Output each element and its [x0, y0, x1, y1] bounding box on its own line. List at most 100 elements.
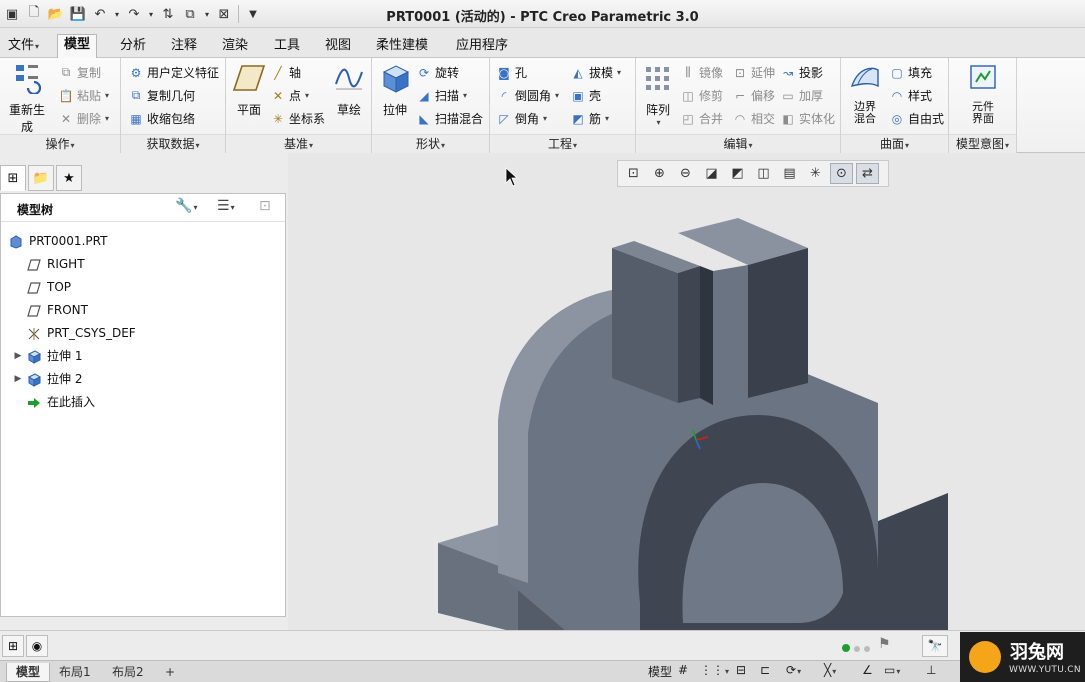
- view-manager-icon[interactable]: ▤: [778, 163, 801, 184]
- repaint-icon[interactable]: ◪: [700, 163, 723, 184]
- solidify-button[interactable]: ◧ 实体化: [780, 110, 835, 127]
- pattern-dropdown-icon[interactable]: ▾: [641, 118, 676, 127]
- offset-button[interactable]: ⌐ 偏移: [732, 87, 775, 104]
- measure-icon[interactable]: ⊏: [760, 663, 770, 677]
- swept-blend-button[interactable]: ◣ 扫描混合: [416, 110, 483, 127]
- regenerate-button[interactable]: 重新生成 ▾: [4, 62, 50, 144]
- tab-annotate[interactable]: 注释: [165, 36, 203, 58]
- tab-model[interactable]: 模型: [57, 34, 98, 59]
- hole-button[interactable]: ◙ 孔: [496, 64, 527, 81]
- flag-icon[interactable]: ⚑: [878, 636, 891, 652]
- tab-layout-2[interactable]: 布局2: [103, 663, 153, 682]
- spin-icon[interactable]: ⟳▾: [786, 663, 801, 677]
- tree-item[interactable]: PRT0001.PRT: [1, 230, 285, 253]
- shell-button[interactable]: ▣ 壳: [570, 87, 601, 104]
- shrinkwrap-button[interactable]: ▦ 收缩包络: [128, 110, 195, 127]
- udf-button[interactable]: ⚙ 用户定义特征: [128, 64, 219, 81]
- tree-filter-icon[interactable]: ⊡: [259, 198, 271, 214]
- folder-browser-tab-icon[interactable]: 📁: [28, 165, 54, 191]
- snap-icon[interactable]: ⋮⋮▾: [700, 663, 729, 677]
- style-button[interactable]: ◠ 样式: [889, 87, 932, 104]
- extend-button[interactable]: ⊡ 延伸: [732, 64, 775, 81]
- tab-view[interactable]: 视图: [319, 36, 357, 58]
- group-label-datum[interactable]: 基准▾: [226, 134, 371, 153]
- angle-icon[interactable]: ∠: [862, 663, 873, 677]
- tab-model-layout[interactable]: 模型: [6, 663, 51, 682]
- annotation-display-icon[interactable]: ⇄: [856, 163, 879, 184]
- extrude-button[interactable]: 拉伸: [376, 62, 414, 118]
- tree-columns-icon[interactable]: ☰▾: [217, 198, 235, 214]
- tab-layout-1[interactable]: 布局1: [50, 663, 100, 682]
- intersect-button[interactable]: ◠ 相交: [732, 110, 775, 127]
- zoom-out-icon[interactable]: ⊖: [674, 163, 697, 184]
- tree-item[interactable]: RIGHT: [1, 253, 285, 276]
- find-icon[interactable]: 🔭: [922, 635, 948, 657]
- copy-button[interactable]: ⧉ 复制: [58, 64, 101, 81]
- group-label-shapes[interactable]: 形状▾: [372, 134, 489, 153]
- sketch-button[interactable]: 草绘: [330, 62, 368, 118]
- graphics-window[interactable]: [288, 153, 1085, 630]
- boundary-blend-button[interactable]: 边界混合: [845, 62, 885, 125]
- group-label-get-data[interactable]: 获取数据▾: [121, 134, 225, 153]
- pattern-button[interactable]: 阵列 ▾: [640, 62, 676, 127]
- grid-icon[interactable]: #: [678, 663, 688, 677]
- group-label-surfaces[interactable]: 曲面▾: [841, 134, 948, 153]
- copy-geometry-button[interactable]: ⧉ 复制几何: [128, 87, 195, 104]
- tab-flexible-modeling[interactable]: 柔性建模: [370, 36, 434, 58]
- browser-toggle-icon[interactable]: ◉: [26, 635, 48, 657]
- model-tree-tab-icon[interactable]: ⊞: [0, 165, 26, 191]
- tab-tools[interactable]: 工具: [268, 36, 306, 58]
- chamfer-button[interactable]: ◸ 倒角 ▾: [496, 110, 547, 127]
- freestyle-button[interactable]: ◎ 自由式: [889, 110, 944, 127]
- delete-button[interactable]: ✕ 删除 ▾: [58, 110, 109, 127]
- favorites-tab-icon[interactable]: ★: [56, 165, 82, 191]
- group-label-operations[interactable]: 操作▾: [0, 134, 120, 153]
- sketch-constraint-icon[interactable]: ⊟: [736, 663, 746, 677]
- tab-applications[interactable]: 应用程序: [450, 36, 514, 58]
- spin-center-icon[interactable]: ⊙: [830, 163, 853, 184]
- part-model-3d[interactable]: [288, 153, 1085, 630]
- tree-item[interactable]: PRT_CSYS_DEF: [1, 322, 285, 345]
- group-label-model-intent[interactable]: 模型意图▾: [949, 134, 1016, 153]
- csys-button[interactable]: ✳ 坐标系: [270, 110, 325, 127]
- tree-item[interactable]: 在此插入: [1, 391, 285, 414]
- expand-arrow-icon[interactable]: ▶: [11, 345, 25, 368]
- datum-display-icon[interactable]: ✳: [804, 163, 827, 184]
- saved-orientations-icon[interactable]: ◫: [752, 163, 775, 184]
- trim-button[interactable]: ◫ 修剪: [680, 87, 723, 104]
- mirror-button[interactable]: ⫼ 镜像: [680, 64, 723, 81]
- group-label-engineering[interactable]: 工程▾: [490, 134, 635, 153]
- tab-analysis[interactable]: 分析: [114, 36, 152, 58]
- tree-settings-icon[interactable]: 🔧▾: [175, 198, 197, 214]
- tree-item[interactable]: ▶ 拉伸 2: [1, 368, 285, 391]
- draft-button[interactable]: ◭ 拔模 ▾: [570, 64, 621, 81]
- add-tab-button[interactable]: +: [156, 663, 184, 682]
- tab-render[interactable]: 渲染: [216, 36, 254, 58]
- tab-file[interactable]: 文件▾: [2, 36, 45, 58]
- axis-display-icon[interactable]: ╳▾: [824, 663, 836, 677]
- thicken-button[interactable]: ▭ 加厚: [780, 87, 823, 104]
- csys-display-icon[interactable]: ⊥: [926, 663, 936, 677]
- navigator-toggle-icon[interactable]: ⊞: [2, 635, 24, 657]
- plane-button[interactable]: 平面: [230, 62, 268, 118]
- tree-item[interactable]: FRONT: [1, 299, 285, 322]
- refit-icon[interactable]: ⊡: [622, 163, 645, 184]
- round-button[interactable]: ◜ 倒圆角 ▾: [496, 87, 559, 104]
- tree-item[interactable]: TOP: [1, 276, 285, 299]
- zoom-in-icon[interactable]: ⊕: [648, 163, 671, 184]
- sweep-button[interactable]: ◢ 扫描 ▾: [416, 87, 467, 104]
- paste-button[interactable]: 📋 粘贴 ▾: [58, 87, 110, 104]
- group-label-editing[interactable]: 编辑▾: [636, 134, 840, 153]
- component-interface-button[interactable]: 元件界面: [963, 62, 1003, 125]
- display-style-icon[interactable]: ◩: [726, 163, 749, 184]
- tree-item[interactable]: ▶ 拉伸 1: [1, 345, 285, 368]
- point-button[interactable]: ✕ 点 ▾: [270, 87, 309, 104]
- rib-button[interactable]: ◩ 筋 ▾: [570, 110, 609, 127]
- expand-arrow-icon[interactable]: ▶: [11, 368, 25, 391]
- plane-display-icon[interactable]: ▭▾: [884, 663, 900, 677]
- axis-button[interactable]: ╱ 轴: [270, 64, 301, 81]
- project-button[interactable]: ↝ 投影: [780, 64, 823, 81]
- fill-button[interactable]: ▢ 填充: [889, 64, 932, 81]
- revolve-button[interactable]: ⟳ 旋转: [416, 64, 459, 81]
- merge-button[interactable]: ◰ 合并: [680, 110, 723, 127]
